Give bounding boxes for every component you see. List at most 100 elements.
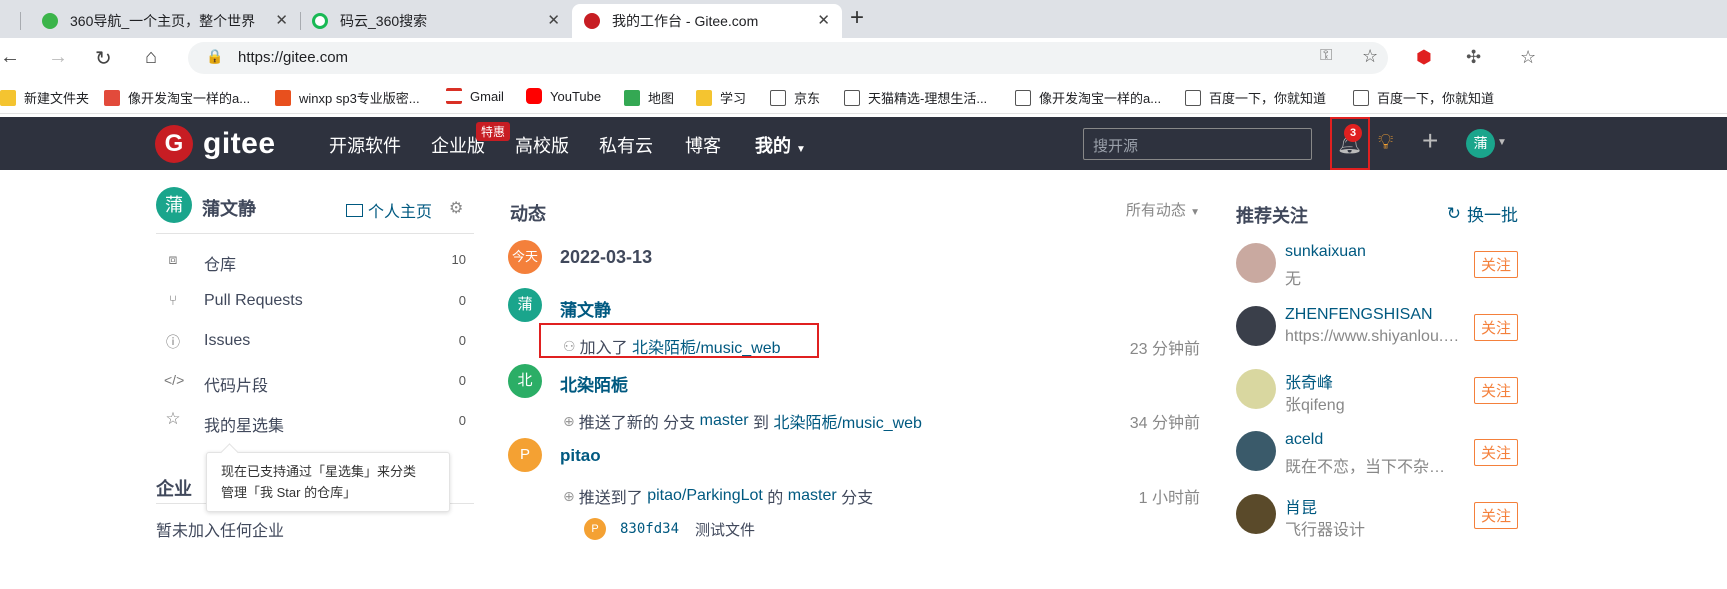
feed-date: 2022-03-13 <box>560 247 653 267</box>
bookmark-label: 天猫精选-理想生活... <box>868 91 988 106</box>
tab-360-search[interactable]: 码云_360搜索 ✕ <box>302 4 572 38</box>
close-tab-icon[interactable]: ✕ <box>547 11 560 29</box>
adblock-icon[interactable]: ⬢ <box>1416 47 1432 68</box>
avatar[interactable]: P <box>584 518 606 540</box>
user-name-link[interactable]: sunkaixuan <box>1285 243 1366 261</box>
feed-filter-dropdown[interactable]: 所有动态 ▼ <box>1126 199 1200 220</box>
user-name-link[interactable]: aceld <box>1285 431 1323 449</box>
personal-homepage-link[interactable]: 个人主页 <box>346 198 432 222</box>
user-avatar[interactable]: 蒲 <box>156 187 192 223</box>
nav-blog[interactable]: 博客 <box>685 132 721 158</box>
back-icon[interactable]: ← <box>0 46 20 69</box>
bookmark-item[interactable]: Gmail <box>446 88 504 104</box>
lock-icon[interactable]: 🔒 <box>206 48 223 65</box>
bookmark-label: 学习 <box>720 91 747 106</box>
repo-link[interactable]: pitao/ParkingLot <box>647 487 763 505</box>
forward-icon[interactable]: → <box>48 46 68 69</box>
bookmark-item[interactable]: 百度一下，你就知道 <box>1353 88 1494 107</box>
avatar[interactable] <box>1236 369 1276 409</box>
home-icon[interactable]: ⌂ <box>145 46 157 69</box>
sidebar-item-label: 仓库 <box>204 257 237 274</box>
add-favorite-icon[interactable]: ☆ <box>1362 46 1378 67</box>
avatar[interactable]: 蒲 <box>1466 129 1495 158</box>
nav-mine[interactable]: 我的 ▼ <box>755 132 806 158</box>
maps-icon <box>624 89 640 106</box>
follow-button[interactable]: 关注 <box>1473 439 1518 466</box>
lightbulb-icon[interactable]: 💡︎ <box>1378 129 1393 155</box>
user-name-link[interactable]: ZHENFENGSHISAN <box>1285 306 1433 324</box>
bookmark-label: 像开发淘宝一样的a... <box>1039 91 1162 106</box>
bookmark-item[interactable]: YouTube <box>526 88 601 104</box>
bookmark-item[interactable]: 像开发淘宝一样的a... <box>1015 88 1161 107</box>
extensions-icon[interactable]: ✣ <box>1466 47 1481 68</box>
bookmark-item[interactable]: 百度一下，你就知道 <box>1185 88 1326 107</box>
reload-icon[interactable]: ↻ <box>95 46 112 71</box>
divider <box>156 233 474 234</box>
follow-button[interactable]: 关注 <box>1473 502 1518 529</box>
repo-link[interactable]: 北染陌栀/music_web <box>773 409 921 433</box>
sidebar-item-snippets[interactable]: </> 代码片段 0 <box>156 368 474 398</box>
user-name-link[interactable]: 肖昆 <box>1285 494 1317 518</box>
follow-button[interactable]: 关注 <box>1473 377 1518 404</box>
url-field[interactable]: 🔒 https://gitee.com ⚿ ☆ <box>188 42 1388 74</box>
close-tab-icon[interactable]: ✕ <box>817 11 830 29</box>
search-input[interactable]: 搜开源 <box>1083 128 1312 160</box>
bookmark-item[interactable]: 新建文件夹 <box>0 88 89 107</box>
favorites-icon[interactable]: ☆ <box>1520 47 1536 68</box>
homepage-label: 个人主页 <box>368 204 433 221</box>
repo-link[interactable]: 北染陌栀/music_web <box>632 334 780 358</box>
new-tab-icon[interactable]: + <box>850 4 864 32</box>
gear-icon[interactable]: ⚙ <box>449 198 463 218</box>
event-actor[interactable]: pitao <box>560 446 601 466</box>
chevron-down-icon[interactable]: ▼ <box>1497 137 1507 148</box>
branch-link[interactable]: master <box>700 412 749 430</box>
bookmark-item[interactable]: 天猫精选-理想生活... <box>844 88 987 107</box>
event-text: 的 <box>767 490 784 507</box>
commit-sha-link[interactable]: 830fd34 <box>620 521 679 537</box>
bookmark-item[interactable]: 像开发淘宝一样的a... <box>104 88 250 107</box>
gitee-logo[interactable]: G gitee <box>155 125 276 163</box>
bookmark-label: 百度一下，你就知道 <box>1377 91 1495 106</box>
user-name[interactable]: 蒲文静 <box>202 195 256 221</box>
bookmark-item[interactable]: 学习 <box>696 88 746 107</box>
event-actor[interactable]: 北染陌栀 <box>560 371 628 396</box>
user-desc: 既在不恋，当下不杂，未来不迎 <box>1285 459 1461 476</box>
plus-icon[interactable]: + <box>1422 125 1438 157</box>
avatar[interactable] <box>1236 243 1276 283</box>
event-actor[interactable]: 蒲文静 <box>560 296 611 321</box>
refresh-button[interactable]: ↻ 换一批 <box>1447 201 1518 226</box>
avatar[interactable]: 北 <box>508 364 542 398</box>
page-icon <box>770 89 786 106</box>
sidebar-item-issues[interactable]: ⓘ Issues 0 <box>156 328 474 358</box>
event-verb: 加入了 <box>579 340 628 357</box>
bookmark-item[interactable]: winxp sp3专业版密... <box>275 88 420 107</box>
close-tab-icon[interactable]: ✕ <box>275 11 288 29</box>
follow-button[interactable]: 关注 <box>1473 314 1518 341</box>
avatar[interactable]: 蒲 <box>508 288 542 322</box>
bookmark-label: 京东 <box>794 91 821 106</box>
nav-private-cloud[interactable]: 私有云 <box>599 132 653 158</box>
favicon-gitee-icon <box>584 13 600 29</box>
sidebar-item-pull-requests[interactable]: ⑂ Pull Requests 0 <box>156 288 474 318</box>
follow-button[interactable]: 关注 <box>1473 251 1518 278</box>
avatar[interactable] <box>1236 431 1276 471</box>
sidebar-item-label: Issues <box>204 332 251 349</box>
tab-360-nav[interactable]: 360导航_一个主页，整个世界 ✕ <box>28 4 300 38</box>
sidebar-item-repos[interactable]: ⧈ 仓库 10 <box>156 247 474 277</box>
bookmark-item[interactable]: 地图 <box>624 88 674 107</box>
avatar[interactable]: P <box>508 438 542 472</box>
feed-filter-label: 所有动态 <box>1125 202 1186 219</box>
nav-education[interactable]: 高校版 <box>515 132 569 158</box>
tab-edge[interactable] <box>0 4 8 38</box>
avatar[interactable] <box>1236 306 1276 346</box>
key-icon[interactable]: ⚿ <box>1320 47 1332 65</box>
sidebar-item-star-collections[interactable]: ☆ 我的星选集 0 <box>156 408 474 438</box>
avatar[interactable] <box>1236 494 1276 534</box>
branch-link[interactable]: master <box>788 487 837 505</box>
tab-gitee-workbench[interactable]: 我的工作台 - Gitee.com ✕ <box>572 4 842 38</box>
star-collection-tooltip: 现在已支持通过「星选集」来分类 管理「我 Star 的仓库」 <box>206 452 450 512</box>
user-name-link[interactable]: 张奇峰 <box>1285 369 1333 393</box>
nav-open-source[interactable]: 开源软件 <box>329 132 401 158</box>
sidebar-item-count: 10 <box>451 252 466 267</box>
bookmark-item[interactable]: 京东 <box>770 88 820 107</box>
